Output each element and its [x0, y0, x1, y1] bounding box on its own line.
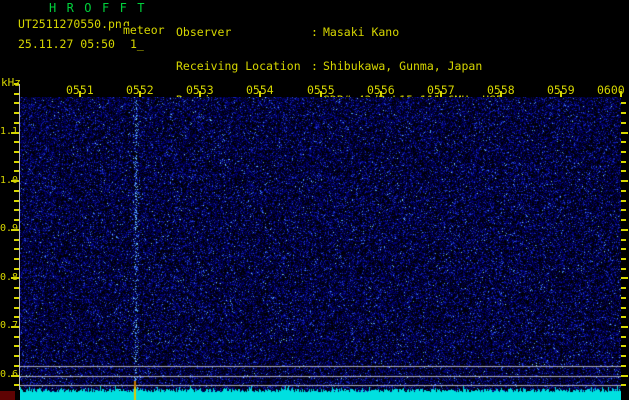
axis-tick — [621, 316, 626, 318]
axis-tick — [11, 229, 19, 231]
info-label: Observer — [176, 25, 232, 40]
info-row-observer: Observer: Masaki Kano — [176, 25, 538, 40]
axis-tick — [621, 287, 626, 289]
status-red-block — [0, 391, 15, 400]
axis-tick — [621, 229, 628, 231]
axis-tick — [621, 365, 626, 367]
observation-datetime: 25.11.27 05:50 — [18, 37, 115, 51]
info-row-location: Receiving Location: Shibukawa, Gunma, Jap… — [176, 59, 538, 74]
axis-tick — [14, 268, 19, 270]
axis-tick — [14, 316, 19, 318]
axis-tick — [14, 93, 19, 95]
axis-tick — [621, 277, 628, 279]
axis-tick — [14, 151, 19, 153]
info-value: Masaki Kano — [323, 25, 400, 40]
axis-tick — [621, 122, 626, 124]
axis-tick — [621, 102, 626, 104]
axis-tick — [621, 141, 626, 143]
axis-tick — [14, 336, 19, 338]
axis-tick — [14, 287, 19, 289]
axis-tick — [14, 209, 19, 211]
axis-tick — [11, 132, 19, 134]
axis-tick — [621, 326, 628, 328]
spectrogram-canvas — [20, 97, 621, 400]
axis-tick — [14, 297, 19, 299]
axis-tick — [14, 365, 19, 367]
axis-tick — [14, 239, 19, 241]
axis-tick — [14, 141, 19, 143]
info-value: Shibukawa, Gunma, Japan — [323, 59, 483, 74]
app-title: H R O F F T — [49, 1, 147, 15]
axis-tick — [621, 219, 626, 221]
image-counter: 1_ — [130, 37, 144, 51]
axis-tick — [14, 190, 19, 192]
axis-tick — [14, 200, 19, 202]
station-name: meteor — [123, 23, 165, 37]
axis-tick — [14, 258, 19, 260]
info-colon: : — [311, 25, 318, 40]
axis-tick — [14, 122, 19, 124]
image-filename: UT2511270550.pn — [18, 17, 122, 31]
axis-tick — [14, 161, 19, 163]
axis-tick — [621, 161, 626, 163]
info-label: Receiving Location — [176, 59, 301, 74]
hrofft-screen: H R O F F T UT2511270550.pn g meteor 25.… — [0, 0, 629, 400]
axis-tick — [621, 248, 626, 250]
axis-tick — [621, 190, 626, 192]
axis-tick — [621, 209, 626, 211]
axis-tick — [14, 219, 19, 221]
axis-tick — [621, 307, 626, 309]
axis-tick — [621, 239, 626, 241]
axis-tick — [11, 277, 19, 279]
axis-tick — [621, 336, 626, 338]
axis-tick — [14, 307, 19, 309]
axis-tick — [621, 180, 628, 182]
axis-tick — [14, 83, 19, 85]
axis-tick — [14, 384, 19, 386]
axis-tick — [621, 355, 626, 357]
axis-tick — [621, 132, 628, 134]
axis-tick — [11, 180, 19, 182]
axis-tick — [621, 375, 628, 377]
axis-tick — [621, 384, 626, 386]
axis-tick — [621, 170, 626, 172]
axis-tick — [621, 151, 626, 153]
axis-tick — [621, 200, 626, 202]
axis-tick — [621, 345, 626, 347]
axis-tick — [621, 112, 626, 114]
info-colon: : — [311, 59, 318, 74]
axis-tick — [621, 297, 626, 299]
axis-tick — [621, 268, 626, 270]
axis-tick — [11, 375, 19, 377]
axis-tick — [14, 345, 19, 347]
axis-tick — [14, 112, 19, 114]
axis-tick — [621, 258, 626, 260]
axis-tick — [14, 248, 19, 250]
axis-tick — [14, 170, 19, 172]
spectrogram-area — [20, 97, 621, 400]
axis-tick — [14, 355, 19, 357]
axis-tick — [14, 102, 19, 104]
axis-tick — [11, 326, 19, 328]
